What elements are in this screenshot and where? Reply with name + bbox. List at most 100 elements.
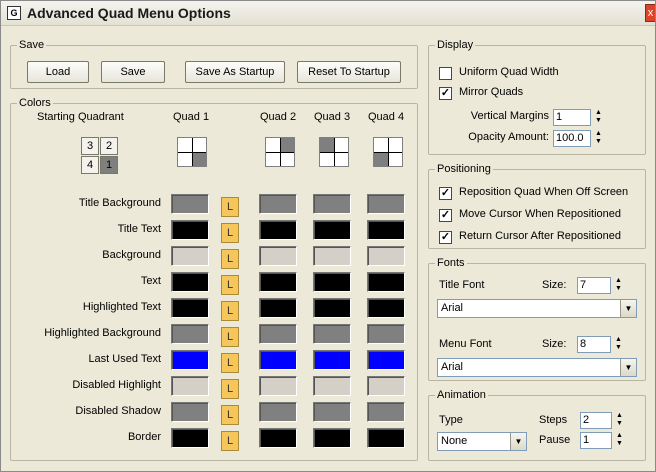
mirror-quads-checkbox[interactable]: ✓	[439, 87, 452, 100]
quad-3-color-swatch[interactable]	[313, 350, 351, 370]
quad-3-color-swatch[interactable]	[313, 324, 351, 344]
quad-1-color-swatch[interactable]	[171, 324, 209, 344]
quad-2-color-swatch[interactable]	[259, 220, 297, 240]
color-row-label: Title Text	[117, 223, 161, 235]
quadrant-1-button[interactable]: 1	[100, 156, 118, 174]
quad-3-color-swatch[interactable]	[313, 402, 351, 422]
quad-2-color-swatch[interactable]	[259, 194, 297, 214]
advanced-quad-menu-options-window: G Advanced Quad Menu Options x Save Load…	[0, 0, 656, 472]
menu-font-select[interactable]: Arial ▼	[437, 358, 637, 377]
animation-pause-input[interactable]: 1	[580, 432, 612, 449]
lock-quads-button[interactable]: L	[221, 379, 239, 399]
animation-steps-input[interactable]: 2	[580, 412, 612, 429]
menu-font-size-input[interactable]: 8	[577, 336, 611, 353]
quad-3-color-swatch[interactable]	[313, 428, 351, 448]
vertical-margins-spinner[interactable]: ▲ ▼	[594, 109, 603, 126]
quad-2-color-swatch[interactable]	[259, 376, 297, 396]
quad-2-color-swatch[interactable]	[259, 428, 297, 448]
quad-1-header: Quad 1	[173, 111, 210, 123]
animation-steps-spinner[interactable]: ▲ ▼	[615, 412, 624, 429]
quad-3-color-swatch[interactable]	[313, 298, 351, 318]
quad-2-color-swatch[interactable]	[259, 402, 297, 422]
lock-quads-button[interactable]: L	[221, 431, 239, 451]
quad-2-color-swatch[interactable]	[259, 350, 297, 370]
menu-font-value: Arial	[441, 361, 464, 373]
title-bar[interactable]: G Advanced Quad Menu Options x	[1, 1, 655, 26]
save-group-legend: Save	[19, 39, 45, 51]
lock-quads-button[interactable]: L	[221, 249, 239, 269]
quad-4-color-swatch[interactable]	[367, 246, 405, 266]
quad-4-color-swatch[interactable]	[367, 376, 405, 396]
quad-3-color-swatch[interactable]	[313, 220, 351, 240]
animation-steps-label: Steps	[539, 414, 568, 426]
title-font-select[interactable]: Arial ▼	[437, 299, 637, 318]
vertical-margins-label: Vertical Margins	[470, 110, 549, 122]
quad-3-color-swatch[interactable]	[313, 376, 351, 396]
save-as-startup-button[interactable]: Save As Startup	[185, 61, 285, 83]
save-button[interactable]: Save	[101, 61, 165, 83]
chevron-down-icon[interactable]: ▼	[620, 300, 636, 317]
animation-pause-label: Pause	[539, 434, 571, 446]
quad-1-color-swatch[interactable]	[171, 350, 209, 370]
title-font-label: Title Font	[439, 279, 485, 291]
chevron-down-icon[interactable]: ▼	[620, 359, 636, 376]
vertical-margins-input[interactable]: 1	[553, 109, 591, 126]
color-row-label: Disabled Highlight	[72, 379, 161, 391]
positioning-group-legend: Positioning	[437, 163, 491, 175]
quad-4-header: Quad 4	[368, 111, 405, 123]
opacity-amount-spinner[interactable]: ▲ ▼	[594, 130, 603, 147]
starting-quadrant-label: Starting Quadrant	[37, 111, 124, 123]
chevron-down-icon[interactable]: ▼	[510, 433, 526, 450]
animation-pause-spinner[interactable]: ▲ ▼	[615, 432, 624, 449]
quad-4-color-swatch[interactable]	[367, 402, 405, 422]
quad-3-icon	[319, 137, 349, 167]
quad-1-color-swatch[interactable]	[171, 194, 209, 214]
title-font-size-input[interactable]: 7	[577, 277, 611, 294]
load-button[interactable]: Load	[27, 61, 89, 83]
uniform-quad-width-checkbox[interactable]	[439, 67, 452, 80]
close-button[interactable]: x	[645, 4, 655, 22]
lock-quads-button[interactable]: L	[221, 301, 239, 321]
lock-quads-button[interactable]: L	[221, 223, 239, 243]
reset-to-startup-button[interactable]: Reset To Startup	[297, 61, 401, 83]
quad-4-color-swatch[interactable]	[367, 220, 405, 240]
quad-2-color-swatch[interactable]	[259, 246, 297, 266]
quad-1-color-swatch[interactable]	[171, 376, 209, 396]
return-cursor-checkbox[interactable]: ✓	[439, 231, 452, 244]
quad-4-color-swatch[interactable]	[367, 298, 405, 318]
quad-4-color-swatch[interactable]	[367, 194, 405, 214]
move-cursor-checkbox[interactable]: ✓	[439, 209, 452, 222]
quadrant-3-button[interactable]: 3	[81, 137, 99, 155]
quad-2-color-swatch[interactable]	[259, 324, 297, 344]
lock-quads-button[interactable]: L	[221, 327, 239, 347]
quad-4-color-swatch[interactable]	[367, 350, 405, 370]
color-row-label: Highlighted Text	[82, 301, 161, 313]
quad-1-color-swatch[interactable]	[171, 428, 209, 448]
quad-1-color-swatch[interactable]	[171, 272, 209, 292]
menu-font-size-spinner[interactable]: ▲ ▼	[614, 336, 623, 353]
quad-1-color-swatch[interactable]	[171, 246, 209, 266]
quad-2-color-swatch[interactable]	[259, 298, 297, 318]
quad-4-color-swatch[interactable]	[367, 324, 405, 344]
quadrant-4-button[interactable]: 4	[81, 156, 99, 174]
lock-quads-button[interactable]: L	[221, 353, 239, 373]
quad-4-color-swatch[interactable]	[367, 272, 405, 292]
reposition-quad-checkbox[interactable]: ✓	[439, 187, 452, 200]
quadrant-2-button[interactable]: 2	[100, 137, 118, 155]
quad-2-color-swatch[interactable]	[259, 272, 297, 292]
opacity-amount-input[interactable]: 100.0	[553, 130, 591, 147]
title-font-size-spinner[interactable]: ▲ ▼	[614, 277, 623, 294]
lock-quads-button[interactable]: L	[221, 197, 239, 217]
color-row-label: Highlighted Background	[44, 327, 161, 339]
quad-1-color-swatch[interactable]	[171, 298, 209, 318]
quad-3-color-swatch[interactable]	[313, 272, 351, 292]
lock-quads-button[interactable]: L	[221, 275, 239, 295]
lock-quads-button[interactable]: L	[221, 405, 239, 425]
quad-3-color-swatch[interactable]	[313, 194, 351, 214]
color-row-label: Background	[102, 249, 161, 261]
quad-4-color-swatch[interactable]	[367, 428, 405, 448]
animation-type-select[interactable]: None ▼	[437, 432, 527, 451]
quad-3-color-swatch[interactable]	[313, 246, 351, 266]
quad-1-color-swatch[interactable]	[171, 402, 209, 422]
quad-1-color-swatch[interactable]	[171, 220, 209, 240]
